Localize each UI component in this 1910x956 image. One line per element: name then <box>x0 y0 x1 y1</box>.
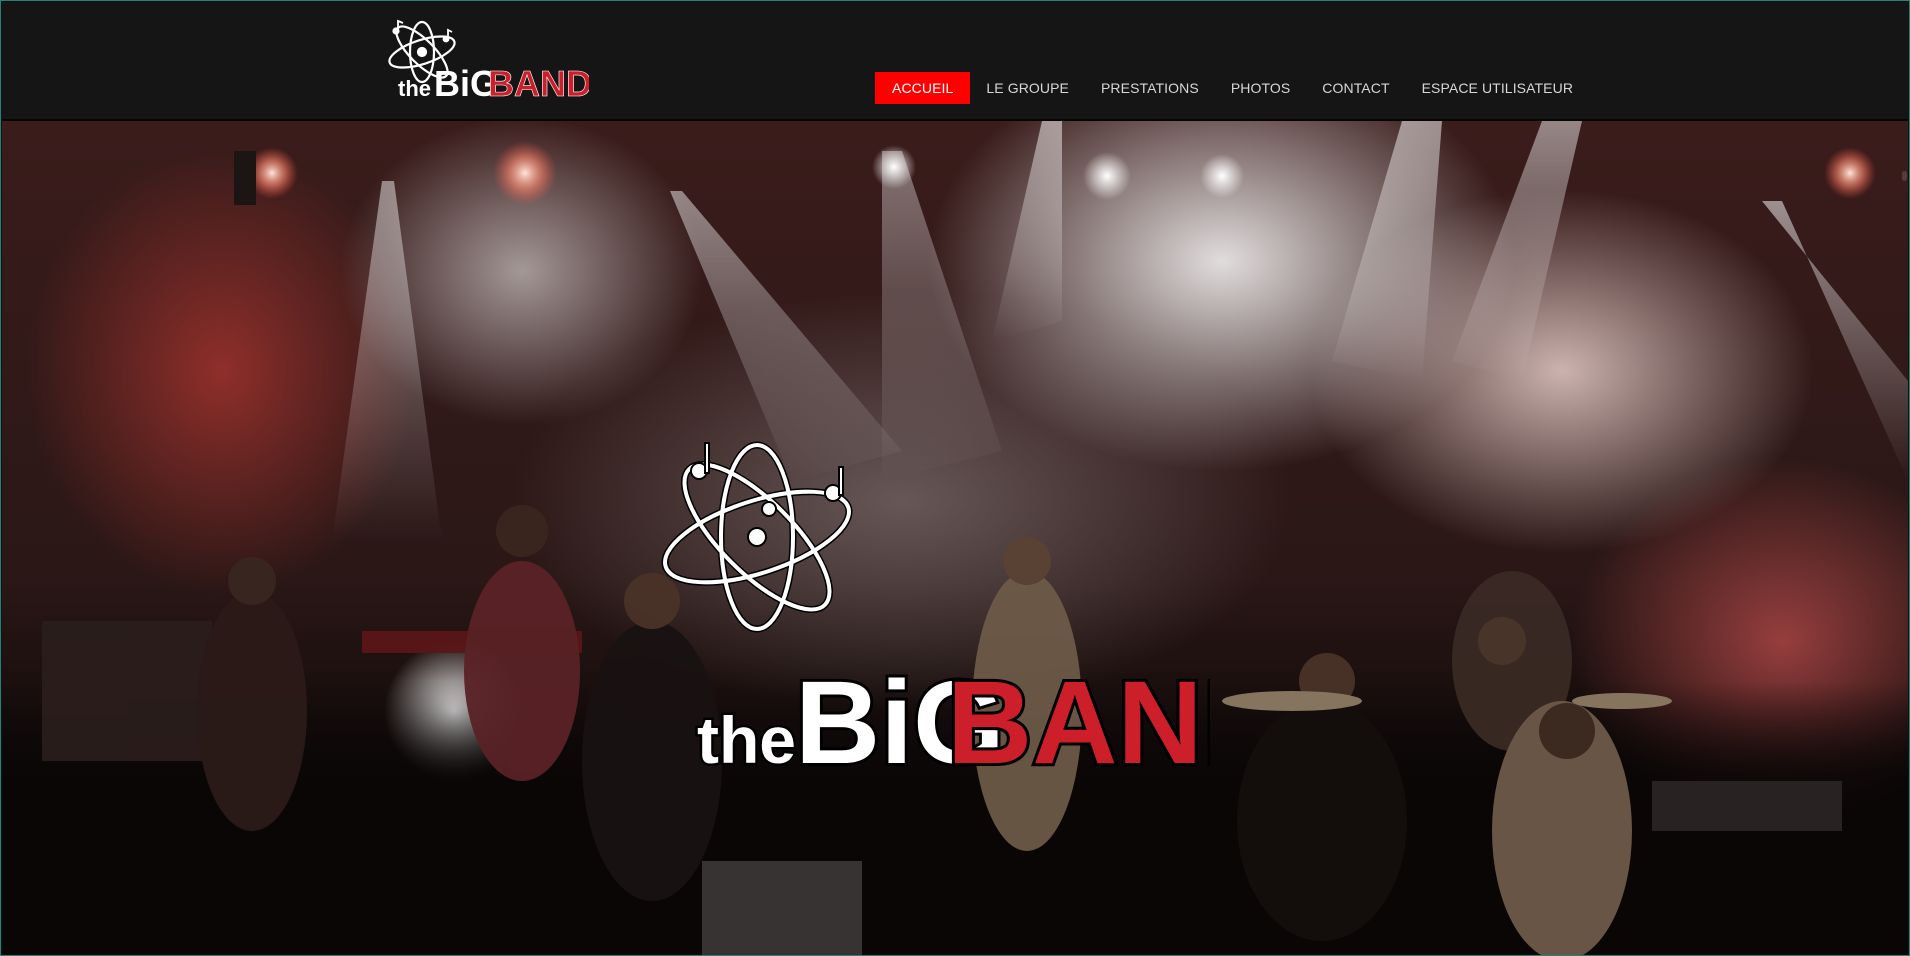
musician <box>197 591 307 831</box>
logo-band: BAND <box>488 63 589 102</box>
browser-viewport: the BiG BAND ACCUEIL LE GROUPE PRESTATIO… <box>0 0 1910 956</box>
nav-item-photos[interactable]: PHOTOS <box>1215 72 1306 104</box>
main-nav: ACCUEIL LE GROUPE PRESTATIONS PHOTOS CON… <box>875 72 1589 104</box>
hero-logo-the: the <box>697 703 796 775</box>
nav-item-contact[interactable]: CONTACT <box>1306 72 1405 104</box>
hero-logo: the BiG BAND <box>661 441 1210 775</box>
nav-item-espace-utilisateur[interactable]: ESPACE UTILISATEUR <box>1406 72 1589 104</box>
page-scrollbar[interactable] <box>1899 1 1909 955</box>
logo-the: the <box>398 76 431 101</box>
musician-head <box>496 505 548 557</box>
musician-head <box>228 557 276 605</box>
nav-item-accueil[interactable]: ACCUEIL <box>875 72 971 104</box>
musician <box>1237 701 1407 941</box>
amplifier <box>42 621 212 761</box>
musician-head <box>1478 617 1526 665</box>
musician <box>464 561 580 781</box>
site-logo[interactable]: the BiG BAND <box>384 18 589 102</box>
musician-head <box>1539 703 1595 759</box>
hero-banner: the BiG BAND <box>2 121 1908 955</box>
hero-logo-band: BAND <box>947 657 1210 775</box>
cymbal <box>1222 691 1362 711</box>
nav-item-le-groupe[interactable]: LE GROUPE <box>970 72 1085 104</box>
cymbal <box>1572 693 1672 709</box>
nav-item-prestations[interactable]: PRESTATIONS <box>1085 72 1215 104</box>
site-header: the BiG BAND ACCUEIL LE GROUPE PRESTATIO… <box>2 2 1908 121</box>
equipment <box>1652 781 1842 831</box>
music-stand <box>702 861 862 955</box>
scroll-thumb[interactable] <box>1902 171 1907 181</box>
